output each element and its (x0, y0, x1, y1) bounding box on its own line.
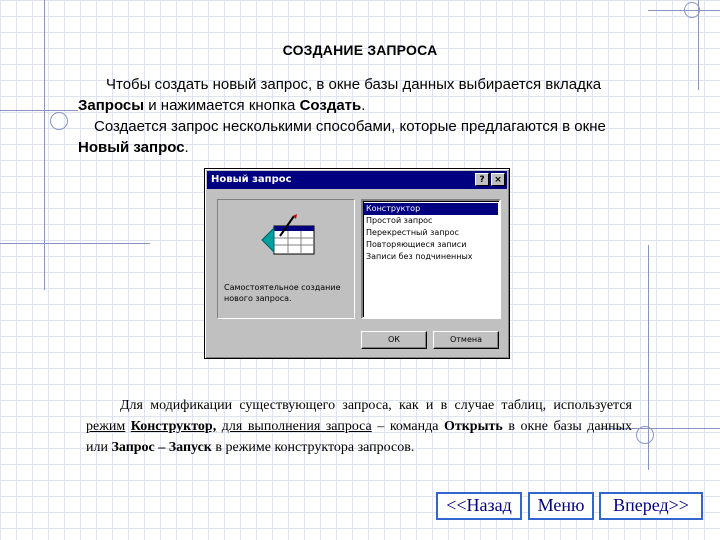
decor-circle (684, 2, 700, 18)
body-text-underlined: режим (86, 419, 126, 434)
term-open: Открыть (443, 419, 503, 434)
term-constructor: Конструктор, (130, 419, 217, 434)
list-item-unmatched[interactable]: Записи без подчиненных (364, 251, 498, 263)
back-button[interactable]: <<Назад (436, 492, 522, 520)
new-query-dialog: Новый запрос ? × Самостоятельное создани… (204, 168, 510, 359)
query-design-icon (261, 214, 315, 255)
menu-button[interactable]: Меню (528, 492, 594, 520)
decor-circle (50, 112, 68, 130)
preview-caption: Самостоятельное создание нового запроса. (224, 283, 341, 303)
list-item-duplicates[interactable]: Повторяющиеся записи (364, 239, 498, 251)
intro-text-fragment: Чтобы создать новый запрос, в окне базы … (106, 76, 602, 93)
intro-text-fragment: . (361, 97, 366, 114)
body-text-fragment: – команда (371, 419, 444, 434)
dialog-titlebar: Новый запрос ? × (207, 171, 507, 189)
slide-title: СОЗДАНИЕ ЗАПРОСА (282, 42, 438, 58)
help-button[interactable]: ? (475, 173, 489, 186)
tab-name-queries: Запросы (78, 97, 145, 114)
cancel-button[interactable]: Отмена (433, 331, 499, 349)
forward-button[interactable]: Вперед>> (599, 492, 703, 520)
button-name-create: Создать (299, 97, 362, 114)
ok-button[interactable]: ОК (361, 331, 427, 349)
decor-line (0, 110, 78, 111)
term-query-run: Запрос – Запуск (111, 440, 212, 455)
intro-text-fragment: Создается запрос несколькими способами, … (94, 118, 606, 135)
body-text-fragment: в режиме конструктора запросов. (211, 440, 415, 455)
body-text: Для модификации существующего запроса, к… (86, 395, 632, 458)
preview-panel: Самостоятельное создание нового запроса. (217, 199, 355, 319)
intro-text-fragment: и нажимается кнопка (144, 97, 300, 114)
decor-circle (636, 426, 654, 444)
close-button[interactable]: × (491, 173, 505, 186)
list-item-constructor[interactable]: Конструктор (364, 203, 498, 215)
dialog-title: Новый запрос (211, 174, 292, 185)
intro-paragraph-2: Создается запрос несколькими способами, … (78, 116, 648, 158)
list-item-crosstab-query[interactable]: Перекрестный запрос (364, 227, 498, 239)
intro-text: Чтобы создать новый запрос, в окне базы … (78, 74, 648, 158)
body-text-underlined: для выполнения запроса (221, 419, 372, 434)
decor-line (0, 243, 150, 244)
query-type-list[interactable]: Конструктор Простой запрос Перекрестный … (361, 199, 501, 319)
intro-paragraph-1: Чтобы создать новый запрос, в окне базы … (78, 74, 648, 116)
dialog-name-new-query: Новый запрос (78, 139, 185, 156)
intro-text-fragment: . (184, 139, 189, 156)
body-text-fragment: Для модификации существующего запроса, к… (120, 398, 632, 413)
list-item-simple-query[interactable]: Простой запрос (364, 215, 498, 227)
